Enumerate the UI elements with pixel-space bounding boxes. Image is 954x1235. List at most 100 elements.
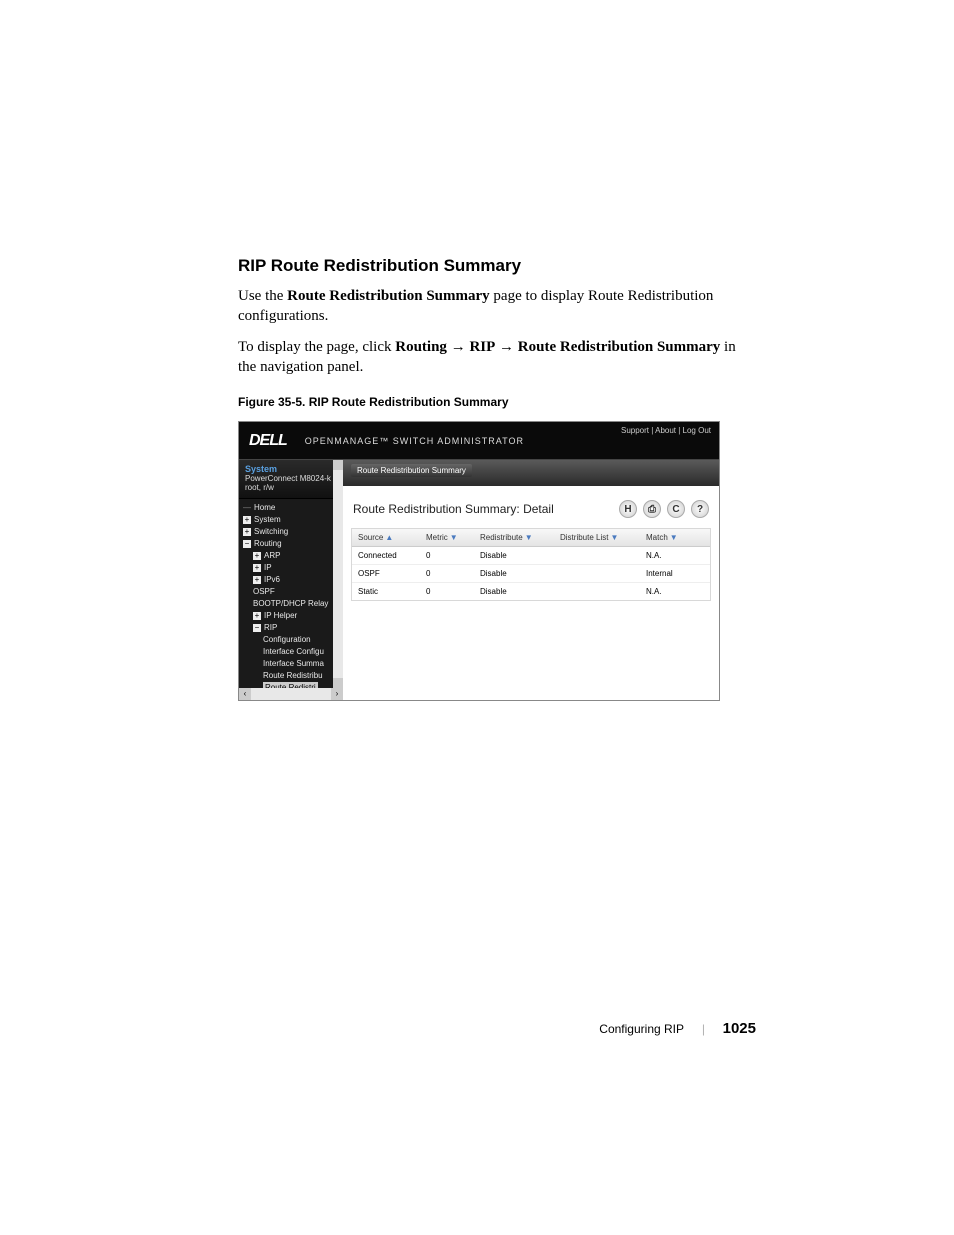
tree-expand-icon[interactable]: + <box>253 612 261 620</box>
tree-expand-icon[interactable]: + <box>243 516 251 524</box>
tree-label: Interface Configu <box>263 646 324 658</box>
sort-asc-icon: ▲ <box>385 533 393 542</box>
cell-metric: 0 <box>420 547 474 564</box>
tree-expand-icon[interactable]: + <box>253 564 261 572</box>
top-links[interactable]: Support | About | Log Out <box>621 426 711 435</box>
sort-icon: ▼ <box>450 533 458 542</box>
col-header-source[interactable]: Source▲ <box>352 529 420 546</box>
app-title: OPENMANAGE™ SWITCH ADMINISTRATOR <box>305 436 524 446</box>
cell-match: Internal <box>640 565 710 582</box>
text-bold: Route Redistribution Summary <box>287 288 490 304</box>
tree-label: Interface Summa <box>263 658 324 670</box>
col-header-label: Redistribute <box>480 533 523 542</box>
tree-label: Switching <box>254 526 288 538</box>
nav-route-redist-summary: Route Redistribution Summary <box>518 339 721 355</box>
table-header-row: Source▲ Metric▼ Redistribute▼ Distribute… <box>352 529 710 547</box>
sidebar-system-label: System <box>245 464 337 474</box>
tree-item-ifconfig[interactable]: Interface Configu <box>243 646 343 658</box>
tree-item-configuration[interactable]: Configuration <box>243 634 343 646</box>
text: Use the <box>238 288 287 304</box>
cell-source: OSPF <box>352 565 420 582</box>
dell-logo: DELL <box>249 432 287 450</box>
sidebar-hscrollbar[interactable]: ‹› <box>239 688 343 700</box>
figure-screenshot: DELL OPENMANAGE™ SWITCH ADMINISTRATOR Su… <box>238 421 720 701</box>
tree-label: RIP <box>264 622 277 634</box>
tree-label: Home <box>254 502 275 514</box>
tree-expand-icon[interactable]: + <box>243 528 251 536</box>
tree-dash-icon: — <box>243 502 251 514</box>
cell-distlist <box>554 583 640 600</box>
tree-item-ifsummary[interactable]: Interface Summa <box>243 658 343 670</box>
scroll-left-icon[interactable]: ‹ <box>239 688 251 700</box>
cell-source: Connected <box>352 547 420 564</box>
tree-item-routeredist[interactable]: Route Redistribu <box>243 670 343 682</box>
col-header-match[interactable]: Match▼ <box>640 529 710 546</box>
tree-collapse-icon[interactable]: − <box>253 624 261 632</box>
tree-label-selected: Route Redistri <box>263 682 318 688</box>
cell-redistribute: Disable <box>474 583 554 600</box>
tree-item-bootp[interactable]: BOOTP/DHCP Relay <box>243 598 343 610</box>
col-header-label: Match <box>646 533 668 542</box>
tree-label: OSPF <box>253 586 275 598</box>
page-footer: Configuring RIP | 1025 <box>599 1020 756 1037</box>
tree-item-arp[interactable]: +ARP <box>243 550 343 562</box>
sort-icon: ▼ <box>525 533 533 542</box>
arrow: → <box>495 339 518 355</box>
detail-title: Route Redistribution Summary: Detail <box>353 502 554 516</box>
tree-expand-icon[interactable]: + <box>253 576 261 584</box>
tree-item-routeredist-selected[interactable]: Route Redistri <box>243 682 343 688</box>
col-header-label: Distribute List <box>560 533 608 542</box>
tree-label: IP <box>264 562 272 574</box>
table-row: Connected 0 Disable N.A. <box>352 547 710 565</box>
col-header-metric[interactable]: Metric▼ <box>420 529 474 546</box>
footer-divider: | <box>702 1021 705 1037</box>
tree-item-home[interactable]: —Home <box>243 502 343 514</box>
tree-expand-icon[interactable]: + <box>253 552 261 560</box>
tree-item-switching[interactable]: +Switching <box>243 526 343 538</box>
cell-redistribute: Disable <box>474 565 554 582</box>
tree-item-ipv6[interactable]: +IPv6 <box>243 574 343 586</box>
cell-distlist <box>554 565 640 582</box>
main-panel: Route Redistribution Summary Route Redis… <box>343 460 719 688</box>
col-header-distlist[interactable]: Distribute List▼ <box>554 529 640 546</box>
tree-item-iphelper[interactable]: +IP Helper <box>243 610 343 622</box>
text: To display the page, click <box>238 339 395 355</box>
tree-item-rip[interactable]: −RIP <box>243 622 343 634</box>
cell-metric: 0 <box>420 583 474 600</box>
tree-item-ip[interactable]: +IP <box>243 562 343 574</box>
figure-caption: Figure 35-5. RIP Route Redistribution Su… <box>238 395 738 409</box>
tree-item-system[interactable]: +System <box>243 514 343 526</box>
tree-label: Route Redistribu <box>263 670 323 682</box>
tree-label: System <box>254 514 281 526</box>
sidebar-vscrollbar[interactable] <box>333 460 343 688</box>
tree-label: Routing <box>254 538 282 550</box>
cell-redistribute: Disable <box>474 547 554 564</box>
help-icon[interactable]: ? <box>691 500 709 518</box>
save-icon[interactable]: H <box>619 500 637 518</box>
footer-page-number: 1025 <box>723 1020 756 1037</box>
tree-collapse-icon[interactable]: − <box>243 540 251 548</box>
intro-paragraph-2: To display the page, click Routing → RIP… <box>238 337 738 378</box>
table-row: Static 0 Disable N.A. <box>352 583 710 600</box>
cell-distlist <box>554 547 640 564</box>
arrow: → <box>447 339 470 355</box>
cell-source: Static <box>352 583 420 600</box>
sidebar-model: PowerConnect M8024-k <box>245 474 337 483</box>
col-header-redistribute[interactable]: Redistribute▼ <box>474 529 554 546</box>
col-header-label: Source <box>358 533 383 542</box>
app-topbar: DELL OPENMANAGE™ SWITCH ADMINISTRATOR Su… <box>239 422 719 460</box>
tree-label: Configuration <box>263 634 311 646</box>
col-header-label: Metric <box>426 533 448 542</box>
tree-item-ospf[interactable]: OSPF <box>243 586 343 598</box>
summary-table: Source▲ Metric▼ Redistribute▼ Distribute… <box>351 528 711 601</box>
refresh-icon[interactable]: C <box>667 500 685 518</box>
breadcrumb-bar: Route Redistribution Summary <box>343 460 719 486</box>
sort-icon: ▼ <box>670 533 678 542</box>
print-icon[interactable]: ⎙ <box>643 500 661 518</box>
cell-match: N.A. <box>640 547 710 564</box>
scroll-right-icon[interactable]: › <box>331 688 343 700</box>
tree-item-routing[interactable]: −Routing <box>243 538 343 550</box>
footer-section: Configuring RIP <box>599 1022 684 1036</box>
breadcrumb-item[interactable]: Route Redistribution Summary <box>351 464 472 477</box>
section-heading: RIP Route Redistribution Summary <box>238 256 738 276</box>
